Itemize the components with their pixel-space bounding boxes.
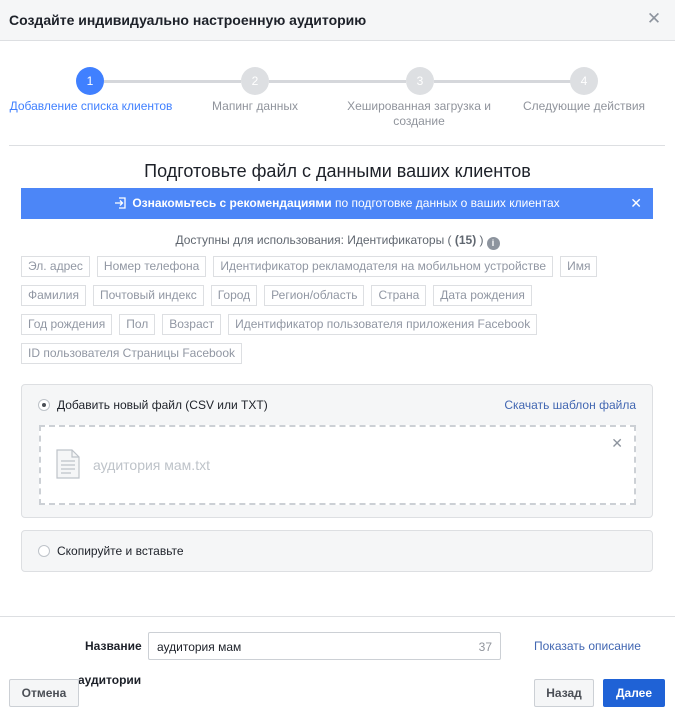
identifier-tag: Имя [560,256,598,277]
step-1-circle: 1 [76,67,104,95]
identifiers-count: (15) [454,233,477,247]
identifier-tag: Год рождения [21,314,113,335]
step-2-circle: 2 [241,67,269,95]
banner-link[interactable]: Ознакомьтесь с рекомендациями [132,196,331,210]
identifier-tags: Эл. адрес Номер телефона Идентификатор рек… [21,256,641,372]
step-4-circle: 4 [570,67,598,95]
audience-name-input[interactable]: аудитория мам 37 [148,632,501,660]
footer-divider [0,616,675,617]
next-button[interactable]: Далее [603,679,665,707]
uploaded-file-name: аудитория мам.txt [93,457,210,473]
upload-file-radio[interactable] [38,399,50,411]
stepper-divider [9,145,665,146]
identifiers-prefix: Доступны для использования: Идентификато… [175,233,455,247]
paste-panel: Скопируйте и вставьте [21,530,653,572]
identifiers-summary: Доступны для использования: Идентификато… [0,233,675,250]
audience-name-value: аудитория мам [157,640,242,654]
step-2-label: Мапинг данных [212,99,298,113]
step-1-label: Добавление списка клиентов [9,99,173,113]
banner-close-icon[interactable]: ✕ [630,195,642,212]
cancel-button[interactable]: Отмена [9,679,79,707]
file-icon [56,449,80,479]
identifiers-suffix: ) [476,233,484,247]
identifier-tag: Город [210,285,258,306]
identifier-tag: Регион/область [264,285,365,306]
audience-name-char-count: 37 [478,640,492,654]
file-dropzone[interactable]: аудитория мам.txt ✕ [39,425,636,505]
tag-row: Эл. адрес Номер телефона Идентификатор рек… [21,256,641,277]
stepper-connector [104,80,241,83]
tag-row: ID пользователя Страницы Facebook [21,343,641,364]
identifier-tag: Пол [119,314,156,335]
upload-file-label[interactable]: Добавить новый файл (CSV или TXT) [57,398,268,412]
step-4-label: Следующие действия [522,99,646,113]
identifier-tag: Страна [371,285,427,306]
tag-row: Фамилия Почтовый индекс Город Регион/област… [21,285,641,306]
identifier-tag: Дата рождения [433,285,532,306]
back-button[interactable]: Назад [534,679,594,707]
identifier-tag: Идентификатор рекламодателя на мобильном… [213,256,554,277]
external-link-icon [115,197,126,209]
step-3-label-line2: создание [393,114,445,128]
info-icon[interactable]: i [486,237,500,250]
identifier-tag: Номер телефона [96,256,207,277]
recommendations-banner: Ознакомьтесь с рекомендациями по подгото… [21,188,653,219]
identifier-tag: Возраст [162,314,222,335]
banner-text[interactable]: Ознакомьтесь с рекомендациями по подгото… [21,196,653,210]
step-3-label: Хешированная загрузка и создание [335,99,503,129]
identifier-tag: Фамилия [21,285,86,306]
banner-rest-text: по подготовке данных о ваших клиентах [331,196,560,210]
section-title: Подготовьте файл с данными ваших клиенто… [144,161,531,181]
show-description-link[interactable]: Показать описание [534,639,641,653]
step-3-label-line1: Хешированная загрузка и [347,99,491,113]
dialog-title: Создайте индивидуально настроенную аудит… [9,12,367,28]
audience-name-label: Название [85,639,142,653]
download-template-link[interactable]: Скачать шаблон файла [504,398,636,412]
identifier-tag: Идентификатор пользователя приложения Fa… [228,314,538,335]
identifier-tag: ID пользователя Страницы Facebook [21,343,243,364]
upload-file-panel: Добавить новый файл (CSV или TXT) Скачат… [21,384,653,518]
paste-label[interactable]: Скопируйте и вставьте [57,544,184,558]
tag-row: Год рождения Пол Возраст Идентификатор поль… [21,314,641,335]
audience-name-label-line2: аудитории [78,673,142,687]
close-icon[interactable]: ✕ [646,10,662,27]
stepper-connector [269,80,406,83]
step-3-circle: 3 [406,67,434,95]
stepper-connector [434,80,571,83]
identifier-tag: Почтовый индекс [92,285,204,306]
remove-file-icon[interactable]: ✕ [611,435,623,452]
paste-radio[interactable] [38,545,50,557]
dialog-header: Создайте индивидуально настроенную аудит… [0,0,675,41]
identifier-tag: Эл. адрес [21,256,90,277]
